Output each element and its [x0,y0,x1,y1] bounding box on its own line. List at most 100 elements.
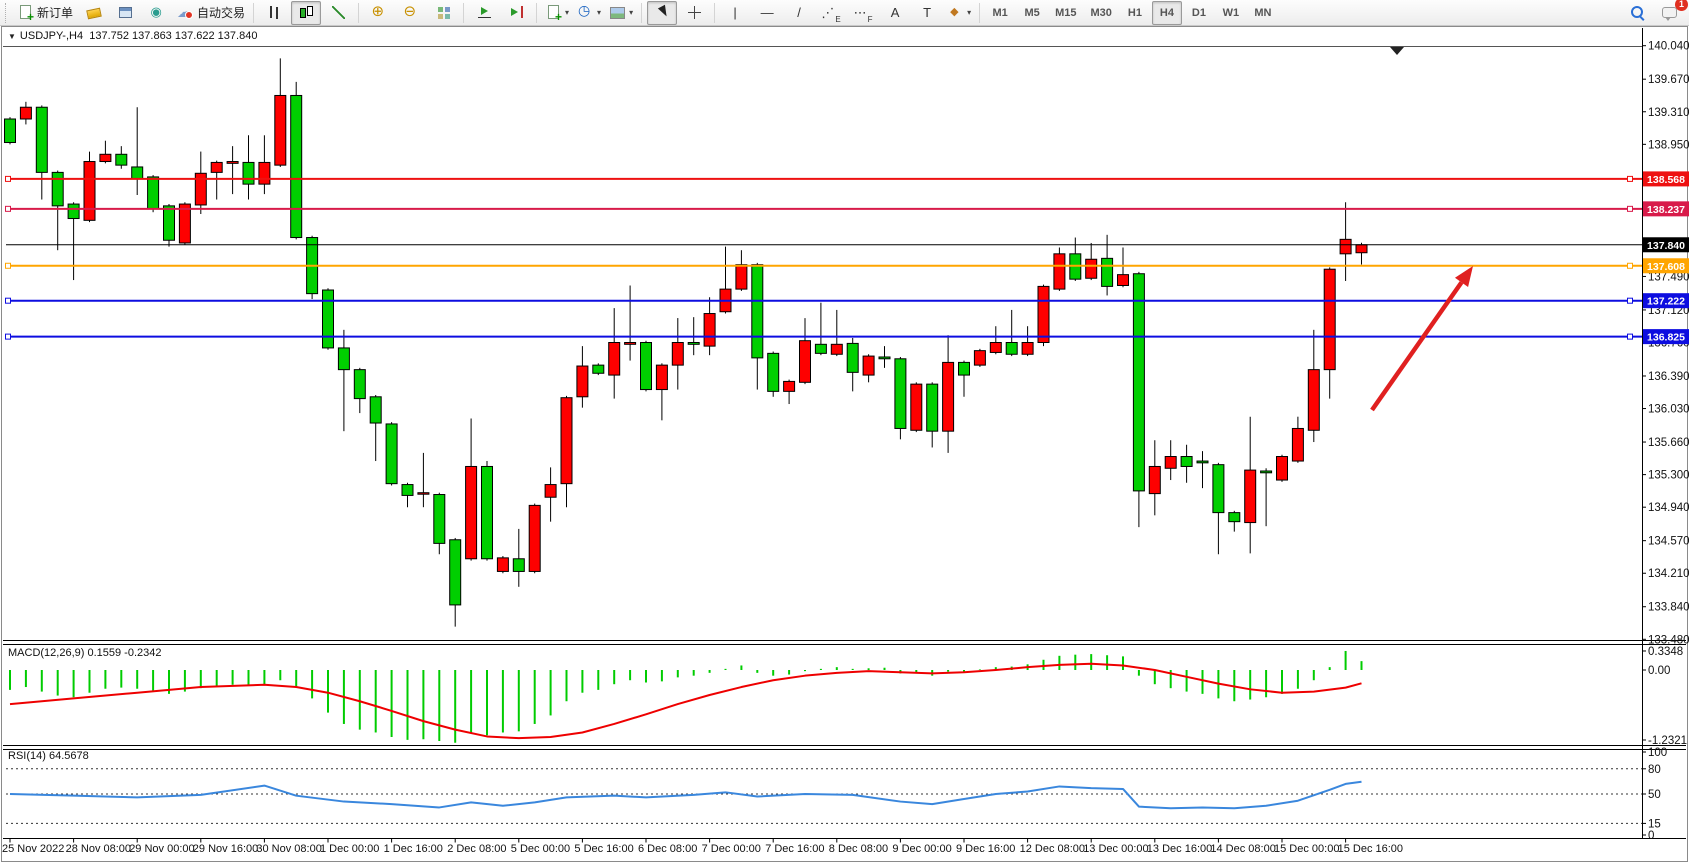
text-button[interactable]: A [880,1,910,25]
fibonacci-button[interactable]: ⋯F [848,1,878,25]
periods-button[interactable]: ▾ [574,1,604,25]
chart-ohlc-values: 137.752 137.863 137.622 137.840 [89,30,257,42]
candle-body [625,343,636,345]
timeframe-m1[interactable]: M1 [985,1,1015,25]
price-tick-label: 134.570 [1648,536,1689,548]
ticket-button[interactable] [78,1,108,25]
line-anchor-handle[interactable] [6,298,11,303]
candle-body [338,348,349,370]
candle-body [227,162,238,164]
cursor-button[interactable] [647,1,677,25]
icon-subscript: E [835,15,840,24]
chart-symbol-period: USDJPY-,H4 [20,30,83,42]
equidistant-channel-button[interactable]: ⋰E [816,1,846,25]
timeframe-m15[interactable]: M15 [1049,1,1082,25]
timeframe-m5-label: M5 [1021,7,1042,19]
zoom-in-icon [371,4,388,21]
line-anchor-handle[interactable] [1628,206,1633,211]
signal-button[interactable] [142,1,172,25]
line-chart-button[interactable] [323,1,353,25]
tile-windows-button[interactable] [428,1,458,25]
chevron-down-icon[interactable]: ▾ [629,8,633,17]
chart-window-button[interactable] [110,1,140,25]
chart-canvas[interactable]: 140.040139.670139.310138.950137.490137.1… [0,0,1689,863]
zoom-out-button[interactable] [396,1,426,25]
timeframe-d1[interactable]: D1 [1184,1,1214,25]
crosshair-button[interactable] [679,1,709,25]
candle-body [1197,461,1208,463]
search-button[interactable] [1622,1,1652,25]
chevron-down-icon[interactable]: ▾ [967,8,971,17]
macd-indicator-label: MACD(12,26,9) 0.1559 -0.2342 [8,647,161,659]
vertical-line-icon: | [733,6,736,19]
crosshair-icon [686,4,703,21]
chart-shift-button[interactable] [501,1,531,25]
timeframe-w1[interactable]: W1 [1216,1,1246,25]
chevron-down-icon[interactable]: ▾ [565,8,569,17]
candle-body [577,366,588,397]
candle-body [482,466,493,558]
arrows-icon [947,4,964,21]
macd-tick-label: 0.3348 [1648,646,1683,658]
chart-shift-icon [508,4,525,21]
timeframe-mn[interactable]: MN [1248,1,1278,25]
auto-trading-button[interactable]: 自动交易 [174,1,248,25]
new-order-icon [17,4,34,21]
candle-body [656,365,667,389]
line-anchor-handle[interactable] [1628,263,1633,268]
candle-body [1149,466,1160,493]
bar-chart-button[interactable] [259,1,289,25]
candle-body [1245,470,1256,522]
price-tag-label: 138.568 [1647,174,1685,186]
candle-body [704,314,715,347]
line-anchor-handle[interactable] [1628,298,1633,303]
line-anchor-handle[interactable] [6,263,11,268]
macd-tick-label: 0.00 [1648,665,1670,677]
candle [768,352,779,397]
candle-body [672,343,683,366]
timeframe-m5[interactable]: M5 [1017,1,1047,25]
timeframe-h1[interactable]: H1 [1120,1,1150,25]
candle-body [323,290,334,348]
time-tick-label: 28 Nov 08:00 [66,843,131,855]
templates-button[interactable]: ▾ [606,1,636,25]
chevron-down-icon[interactable]: ▾ [597,8,601,17]
new-order-button-label: 新订单 [37,4,73,21]
new-chart-button[interactable]: ▾ [542,1,572,25]
bar-chart-icon [266,4,283,21]
candle-body [1229,513,1240,522]
line-anchor-handle[interactable] [6,176,11,181]
time-tick-label: 12 Dec 08:00 [1020,843,1085,855]
candle-body [418,493,429,495]
candle-body [1277,457,1288,481]
timeframe-m30-label: M30 [1088,7,1115,19]
price-tick-label: 133.480 [1648,634,1689,646]
time-tick-label: 14 Dec 08:00 [1210,843,1275,855]
candle-body [20,107,31,119]
timeframe-h4[interactable]: H4 [1152,1,1182,25]
candle-body [1292,428,1303,461]
candle-body [927,384,938,431]
horizontal-line-button[interactable]: — [752,1,782,25]
new-order-button[interactable]: 新订单 [14,1,76,25]
auto-scroll-button[interactable] [469,1,499,25]
toolbar-grip[interactable] [5,3,10,23]
line-anchor-handle[interactable] [6,334,11,339]
line-anchor-handle[interactable] [1628,334,1633,339]
templates-icon [609,4,626,21]
line-anchor-handle[interactable] [1628,176,1633,181]
text-label-button[interactable]: T [912,1,942,25]
cursor-icon [654,4,671,21]
candle [1054,247,1065,290]
chart-collapse-icon[interactable]: ▼ [8,32,16,41]
trendline-button[interactable]: / [784,1,814,25]
zoom-in-button[interactable] [364,1,394,25]
timeframe-m30[interactable]: M30 [1085,1,1118,25]
timeframe-h1-label: H1 [1125,7,1145,19]
candlestick-button[interactable] [291,1,321,25]
vertical-line-button[interactable]: | [720,1,750,25]
chat-button[interactable]: 1 [1654,1,1684,25]
candle-body [354,370,365,399]
arrows-button[interactable]: ▾ [944,1,974,25]
line-anchor-handle[interactable] [6,206,11,211]
